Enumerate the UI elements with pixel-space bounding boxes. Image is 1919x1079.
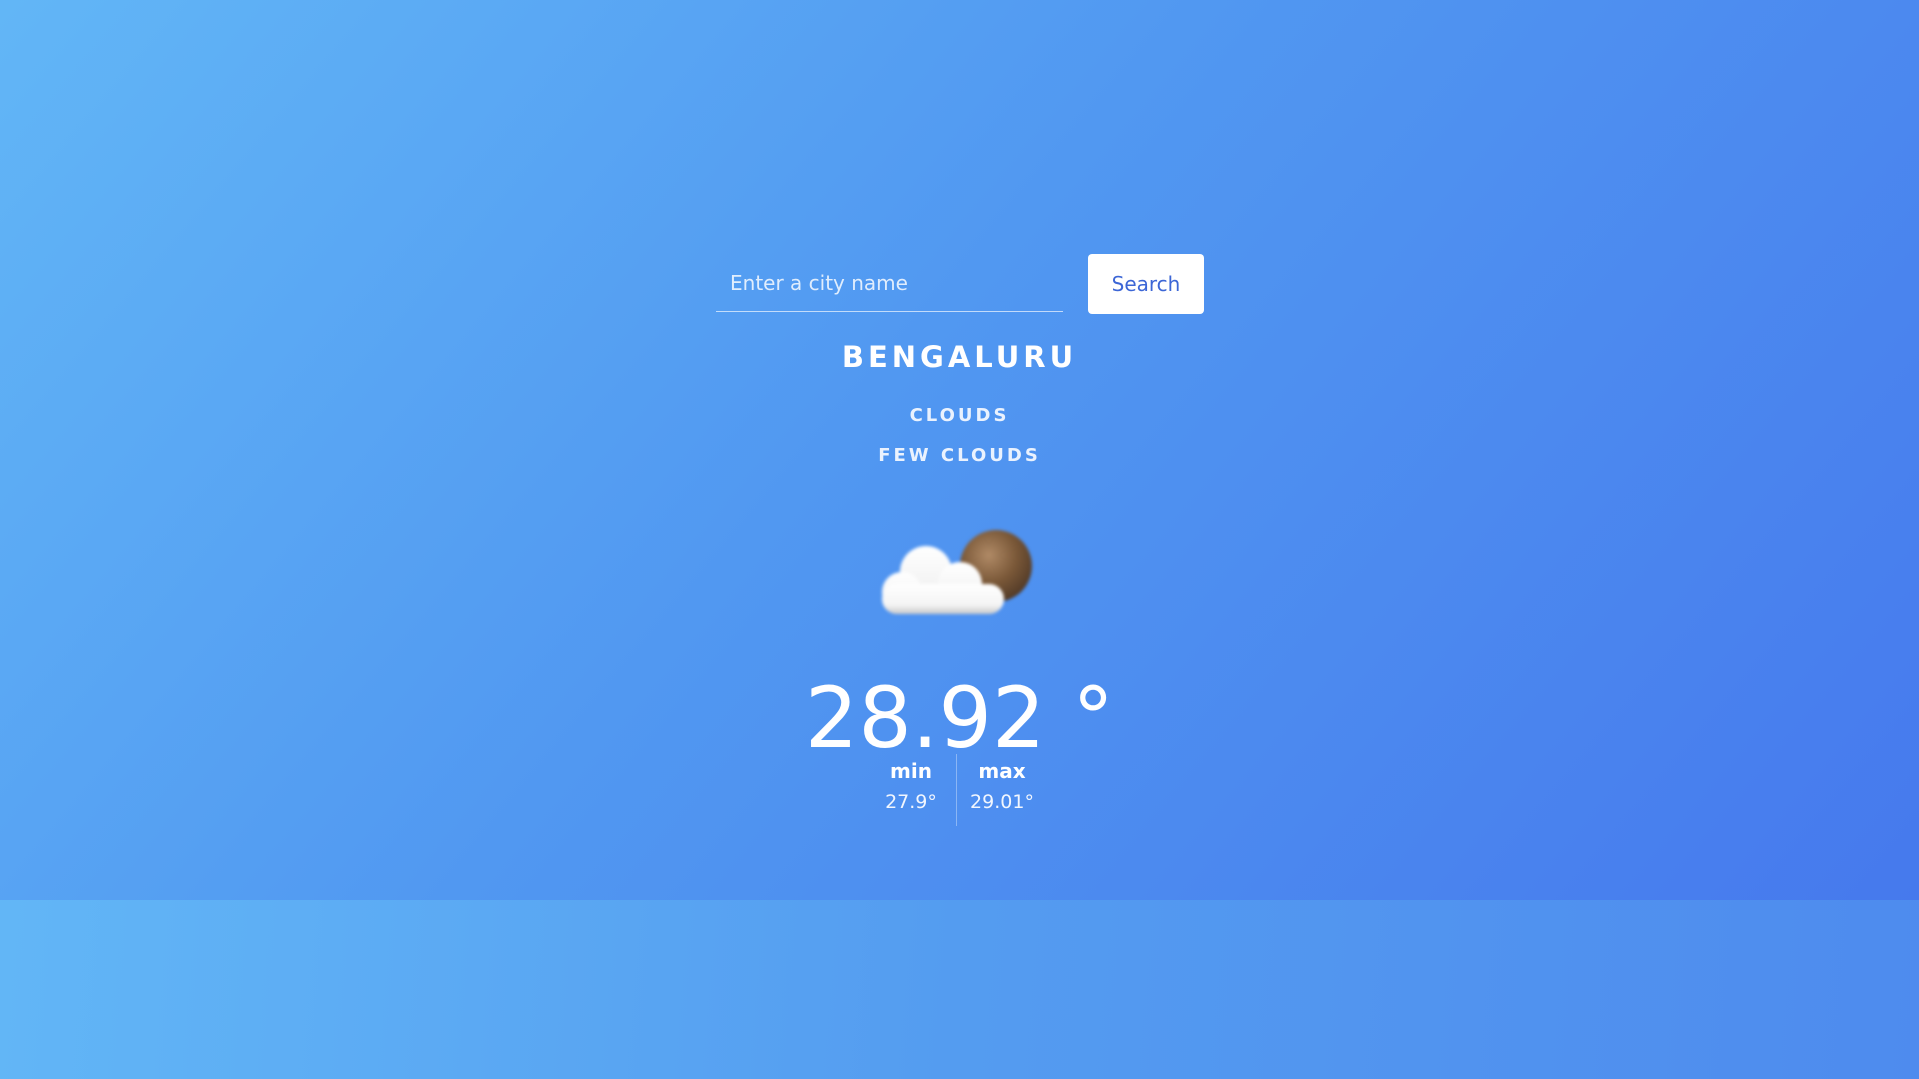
- min-label: min: [890, 759, 932, 783]
- min-max-temperature: min 27.9° max 29.01°: [866, 754, 1047, 826]
- search-button[interactable]: Search: [1088, 254, 1204, 314]
- city-name: BENGALURU: [841, 340, 1078, 374]
- max-temperature: max 29.01°: [957, 754, 1047, 826]
- current-temperature: 28.92 °: [804, 669, 1115, 767]
- few-clouds-icon: [882, 530, 1032, 614]
- max-value: 29.01°: [970, 791, 1034, 813]
- min-temperature: min 27.9°: [866, 754, 956, 826]
- min-value: 27.9°: [885, 791, 937, 813]
- page-footer-area: [0, 900, 1919, 1079]
- max-label: max: [978, 759, 1026, 783]
- weather-condition: CLOUDS: [909, 405, 1010, 426]
- city-search-input[interactable]: [716, 254, 1063, 312]
- search-bar: Search: [716, 254, 1204, 314]
- weather-description: FEW CLOUDS: [878, 445, 1041, 466]
